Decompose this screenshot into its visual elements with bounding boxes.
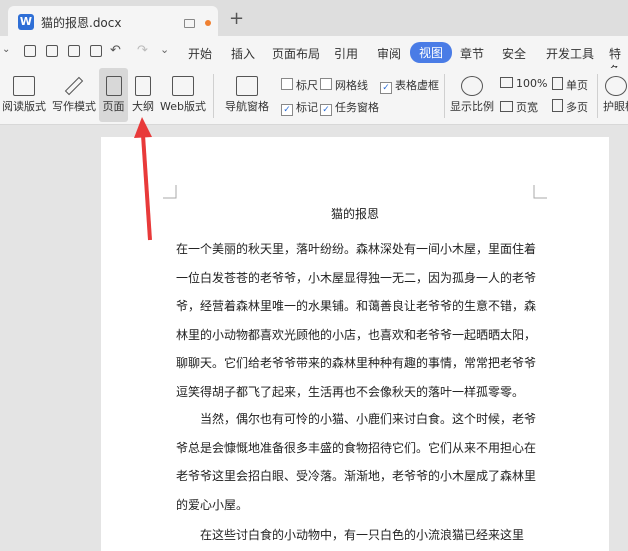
red-arrow-icon bbox=[134, 117, 152, 241]
